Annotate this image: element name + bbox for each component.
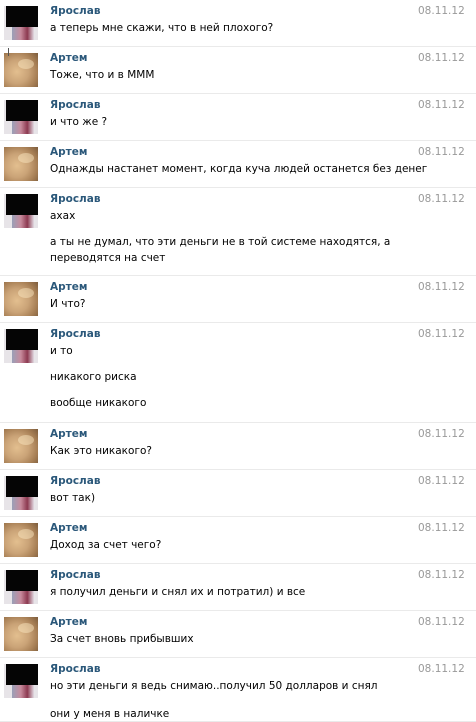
message-row: Ярослав 08.11.12 ахах а ты не думал, что эт…: [0, 188, 476, 276]
message-text: и что же ?: [50, 116, 108, 128]
message-date[interactable]: 08.11.12: [418, 428, 465, 440]
message-text: И что?: [50, 298, 86, 310]
message-date[interactable]: 08.11.12: [418, 193, 465, 205]
message-text: Доход за счет чего?: [50, 539, 162, 551]
author-link[interactable]: Ярослав: [50, 5, 100, 17]
author-link[interactable]: Артем: [50, 146, 87, 158]
author-link[interactable]: Артем: [50, 428, 87, 440]
message-text: но эти деньги я ведь снимаю..получил 50 …: [50, 680, 378, 692]
message-row: Артем 08.11.12 За счет вновь прибывших: [0, 611, 476, 658]
message-text: Однажды настанет момент, когда куча люде…: [50, 163, 428, 175]
message-text: никакого риска: [50, 371, 137, 383]
yaroslav-avatar[interactable]: [4, 570, 38, 604]
author-link[interactable]: Ярослав: [50, 193, 100, 205]
message-text: а ты не думал, что эти деньги не в той с…: [50, 236, 391, 248]
author-link[interactable]: Ярослав: [50, 475, 100, 487]
message-row: Ярослав 08.11.12 я получил деньги и снял и…: [0, 564, 476, 611]
author-link[interactable]: Ярослав: [50, 99, 100, 111]
message-date[interactable]: 08.11.12: [418, 146, 465, 158]
message-row: Ярослав 08.11.12 и что же ?: [0, 94, 476, 141]
artem-avatar[interactable]: [4, 523, 38, 557]
message-row: Артем 08.11.12 Тоже, что и в МММ: [0, 47, 476, 94]
message-date[interactable]: 08.11.12: [418, 616, 465, 628]
author-link[interactable]: Артем: [50, 52, 87, 64]
author-link[interactable]: Ярослав: [50, 328, 100, 340]
message-text: переводятся на счет: [50, 252, 166, 264]
message-row: Ярослав 08.11.12 и то никакого риска вообще …: [0, 323, 476, 423]
yaroslav-avatar[interactable]: [4, 100, 38, 134]
message-text: а теперь мне скажи, что в ней плохого?: [50, 22, 274, 34]
message-date[interactable]: 08.11.12: [418, 522, 465, 534]
message-text: они у меня в наличке: [50, 708, 170, 720]
message-row: Ярослав 08.11.12 но эти деньги я ведь сним…: [0, 658, 476, 722]
message-text: и то: [50, 345, 73, 357]
author-link[interactable]: Артем: [50, 616, 87, 628]
message-text: ахах: [50, 210, 76, 222]
yaroslav-avatar[interactable]: [4, 194, 38, 228]
message-text: Как это никакого?: [50, 445, 152, 457]
message-date[interactable]: 08.11.12: [418, 52, 465, 64]
message-text: вот так): [50, 492, 96, 504]
message-row: Ярослав 08.11.12 а теперь мне скажи, что в…: [0, 0, 476, 47]
message-text: вообще никакого: [50, 397, 147, 409]
yaroslav-avatar[interactable]: [4, 664, 38, 698]
message-date[interactable]: 08.11.12: [418, 99, 465, 111]
message-date[interactable]: 08.11.12: [418, 663, 465, 675]
artem-avatar[interactable]: [4, 147, 38, 181]
message-row: Артем 08.11.12 Как это никакого?: [0, 423, 476, 470]
message-date[interactable]: 08.11.12: [418, 281, 465, 293]
message-row: Ярослав 08.11.12 вот так): [0, 470, 476, 517]
message-date[interactable]: 08.11.12: [418, 5, 465, 17]
yaroslav-avatar[interactable]: [4, 476, 38, 510]
author-link[interactable]: Артем: [50, 522, 87, 534]
artem-avatar[interactable]: [4, 617, 38, 651]
artem-avatar[interactable]: [4, 429, 38, 463]
author-link[interactable]: Артем: [50, 281, 87, 293]
yaroslav-avatar[interactable]: [4, 329, 38, 363]
message-text: я получил деньги и снял их и потратил) и…: [50, 586, 306, 598]
artem-avatar[interactable]: [4, 282, 38, 316]
author-link[interactable]: Ярослав: [50, 663, 100, 675]
artem-avatar[interactable]: [4, 53, 38, 87]
message-date[interactable]: 08.11.12: [418, 569, 465, 581]
message-date[interactable]: 08.11.12: [418, 475, 465, 487]
yaroslav-avatar[interactable]: [4, 6, 38, 40]
message-text: За счет вновь прибывших: [50, 633, 194, 645]
message-row: Артем 08.11.12 Доход за счет чего?: [0, 517, 476, 564]
text-cursor-mark: [8, 48, 9, 56]
message-text: Тоже, что и в МММ: [50, 69, 155, 81]
author-link[interactable]: Ярослав: [50, 569, 100, 581]
message-row: Артем 08.11.12 И что?: [0, 276, 476, 323]
message-date[interactable]: 08.11.12: [418, 328, 465, 340]
message-row: Артем 08.11.12 Однажды настанет момент, ко…: [0, 141, 476, 188]
